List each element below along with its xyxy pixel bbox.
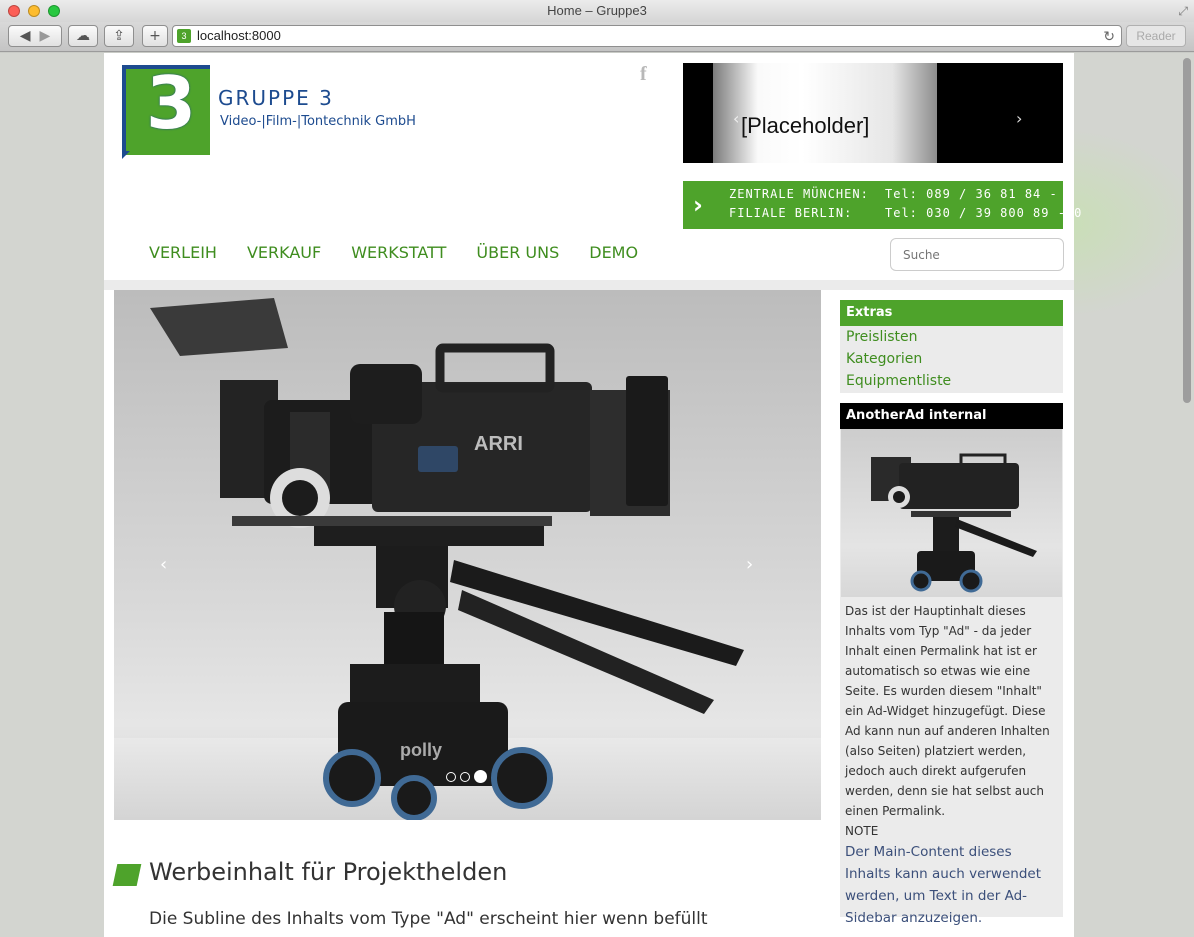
chevron-right-icon: › (693, 191, 703, 219)
camera-rig-image: ARRI polly (150, 298, 744, 820)
extras-title: Extras (840, 300, 1063, 326)
brand-name: GRUPPE 3 (218, 86, 334, 110)
sidebar-link-kategorien[interactable]: Kategorien (840, 348, 1063, 370)
nav-item-verkauf[interactable]: VERKAUF (247, 243, 321, 262)
hero-slider[interactable]: ARRI polly ‹ › (114, 290, 821, 820)
ad-widget-text: Das ist der Hauptinhalt dieses Inhalts v… (845, 604, 1050, 818)
reader-button[interactable]: Reader (1126, 25, 1186, 47)
camera-thumbnail-graphic (871, 453, 1037, 593)
slider-next-chevron-icon[interactable]: › (746, 554, 753, 575)
contact-phone[interactable]: Tel: 030 / 39 800 89 - 0 (885, 206, 1082, 220)
contact-label: FILIALE BERLIN: (729, 206, 853, 220)
new-tab-button[interactable]: + (142, 25, 168, 47)
close-window-button[interactable] (8, 5, 20, 17)
logo-digit: 3 (146, 61, 197, 145)
svg-text:polly: polly (400, 740, 442, 760)
brand-tagline: Video-|Film-|Tontechnik GmbH (220, 114, 416, 129)
sidebar-link-preislisten[interactable]: Preislisten (840, 326, 1063, 348)
ad-widget-note-text: Der Main-Content dieses Inhalts kann auc… (845, 844, 1042, 926)
contact-phone[interactable]: Tel: 089 / 36 81 84 - 0 (885, 187, 1074, 201)
icloud-tabs-button[interactable]: ☁ (68, 25, 98, 47)
facebook-icon[interactable]: f (640, 63, 647, 86)
back-forward-buttons[interactable]: ◀ ▶ (8, 25, 62, 47)
ad-next-chevron-icon[interactable]: › (1016, 109, 1022, 128)
cloud-icon: ☁ (76, 28, 90, 44)
slider-dot[interactable] (446, 771, 456, 782)
slider-dot-active[interactable] (474, 770, 487, 783)
address-bar[interactable]: 3 localhost:8000 ↻ (172, 25, 1122, 47)
ad-prev-chevron-icon[interactable]: ‹ (733, 109, 739, 128)
ad-placeholder-text: [Placeholder] (741, 113, 870, 138)
zoom-window-button[interactable] (48, 5, 60, 17)
slider-prev-chevron-icon[interactable]: ‹ (160, 554, 167, 575)
forward-arrow-icon[interactable]: ▶ (39, 28, 50, 44)
fullscreen-icon[interactable]: ⤢ (1178, 3, 1188, 19)
header-ad-banner[interactable]: [Placeholder] ‹ › (683, 63, 1063, 163)
url-text[interactable]: localhost:8000 (197, 26, 281, 46)
ad-widget-note-label: NOTE (845, 824, 879, 838)
share-button[interactable]: ⇪ (104, 25, 134, 47)
share-icon: ⇪ (113, 28, 125, 44)
sidebar-extras-widget: Extras Preislisten Kategorien Equipmentl… (840, 300, 1063, 393)
page-viewport: 3 GRUPPE 3 Video-|Film-|Tontechnik GmbH … (0, 53, 1194, 937)
nav-item-verleih[interactable]: VERLEIH (149, 243, 217, 262)
minimize-window-button[interactable] (28, 5, 40, 17)
svg-text:ARRI: ARRI (474, 433, 523, 455)
article-title: Werbeinhalt für Projekthelden (149, 858, 508, 886)
sidebar-link-equipmentliste[interactable]: Equipmentliste (840, 370, 1063, 392)
search-input[interactable] (890, 238, 1064, 271)
sidebar-ad-widget: AnotherAd internal Das ist der Hauptinha… (840, 403, 1063, 926)
back-arrow-icon[interactable]: ◀ (20, 28, 31, 44)
article-subline: Die Subline des Inhalts vom Type "Ad" er… (149, 909, 708, 929)
main-nav: VERLEIH VERKAUF WERKSTATT ÜBER UNS DEMO (149, 243, 638, 262)
slider-pagination (446, 770, 487, 783)
nav-item-ueber-uns[interactable]: ÜBER UNS (476, 243, 559, 262)
contact-label: ZENTRALE MÜNCHEN: (729, 187, 869, 201)
window-titlebar: Home – Gruppe3 ⤢ (0, 0, 1194, 22)
plus-icon: + (149, 28, 161, 44)
header-divider (104, 280, 1074, 290)
contact-bar: › ZENTRALE MÜNCHEN: Tel: 089 / 36 81 84 … (683, 181, 1081, 229)
site-favicon-icon: 3 (177, 29, 191, 43)
nav-item-demo[interactable]: DEMO (589, 243, 638, 262)
slider-dot[interactable] (460, 771, 470, 782)
reload-icon[interactable]: ↻ (1103, 26, 1115, 46)
ad-widget-title: AnotherAd internal (840, 403, 1063, 429)
ad-thumbnail-image[interactable] (841, 429, 1062, 597)
window-controls (8, 5, 60, 17)
article-bullet-icon (112, 864, 142, 886)
site-logo[interactable]: 3 (122, 61, 210, 159)
nav-item-werkstatt[interactable]: WERKSTATT (351, 243, 446, 262)
ad-widget-body: Das ist der Hauptinhalt dieses Inhalts v… (845, 601, 1059, 929)
vertical-scrollbar[interactable] (1183, 58, 1191, 403)
browser-toolbar: ◀ ▶ ☁ ⇪ + 3 localhost:8000 ↻ Reader (0, 22, 1194, 52)
page-container: 3 GRUPPE 3 Video-|Film-|Tontechnik GmbH … (104, 53, 1081, 937)
window-title: Home – Gruppe3 (547, 3, 647, 18)
